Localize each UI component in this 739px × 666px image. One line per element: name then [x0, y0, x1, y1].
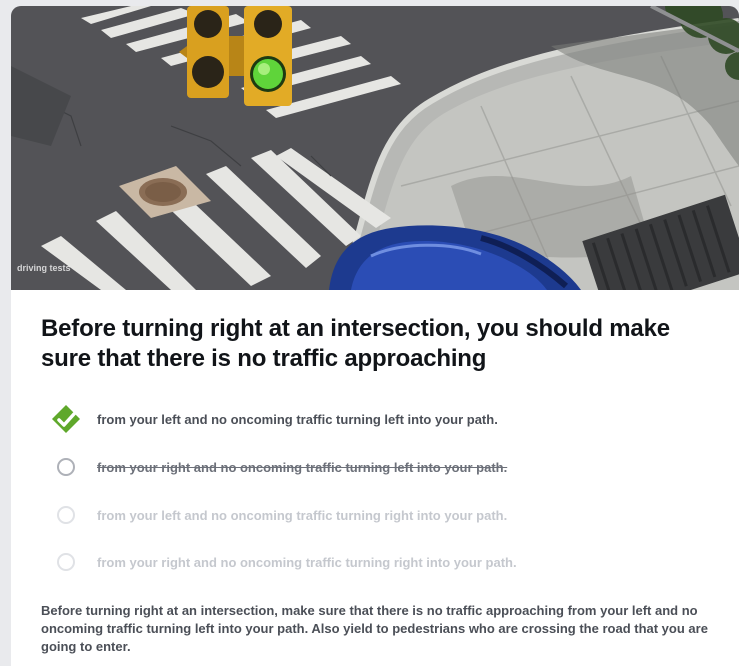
question-text: Before turning right at an intersection,…	[41, 315, 670, 372]
brand-watermark: driving tests	[17, 263, 71, 273]
answer-option-3[interactable]: from your left and no oncoming traffic t…	[51, 500, 711, 530]
answer-option-2[interactable]: from your right and no oncoming traffic …	[51, 452, 711, 482]
question-card: driving tests Before turning right at an…	[11, 6, 739, 666]
answer-option-label: from your right and no oncoming traffic …	[97, 459, 508, 475]
answer-explanation: Before turning right at an intersection,…	[41, 603, 708, 654]
question-image: driving tests	[11, 6, 739, 290]
intersection-photo	[11, 6, 739, 290]
answer-option-label: from your right and no oncoming traffic …	[97, 554, 517, 570]
radio-circle-icon	[57, 506, 75, 524]
radio-circle-icon	[57, 553, 75, 571]
checkmark-diamond-icon	[51, 404, 81, 434]
radio-circle-icon	[57, 458, 75, 476]
answer-option-4[interactable]: from your right and no oncoming traffic …	[51, 547, 711, 577]
answer-option-label: from your left and no oncoming traffic t…	[97, 507, 508, 523]
answer-option-1[interactable]: from your left and no oncoming traffic t…	[51, 404, 711, 434]
answer-option-label: from your left and no oncoming traffic t…	[97, 411, 498, 427]
